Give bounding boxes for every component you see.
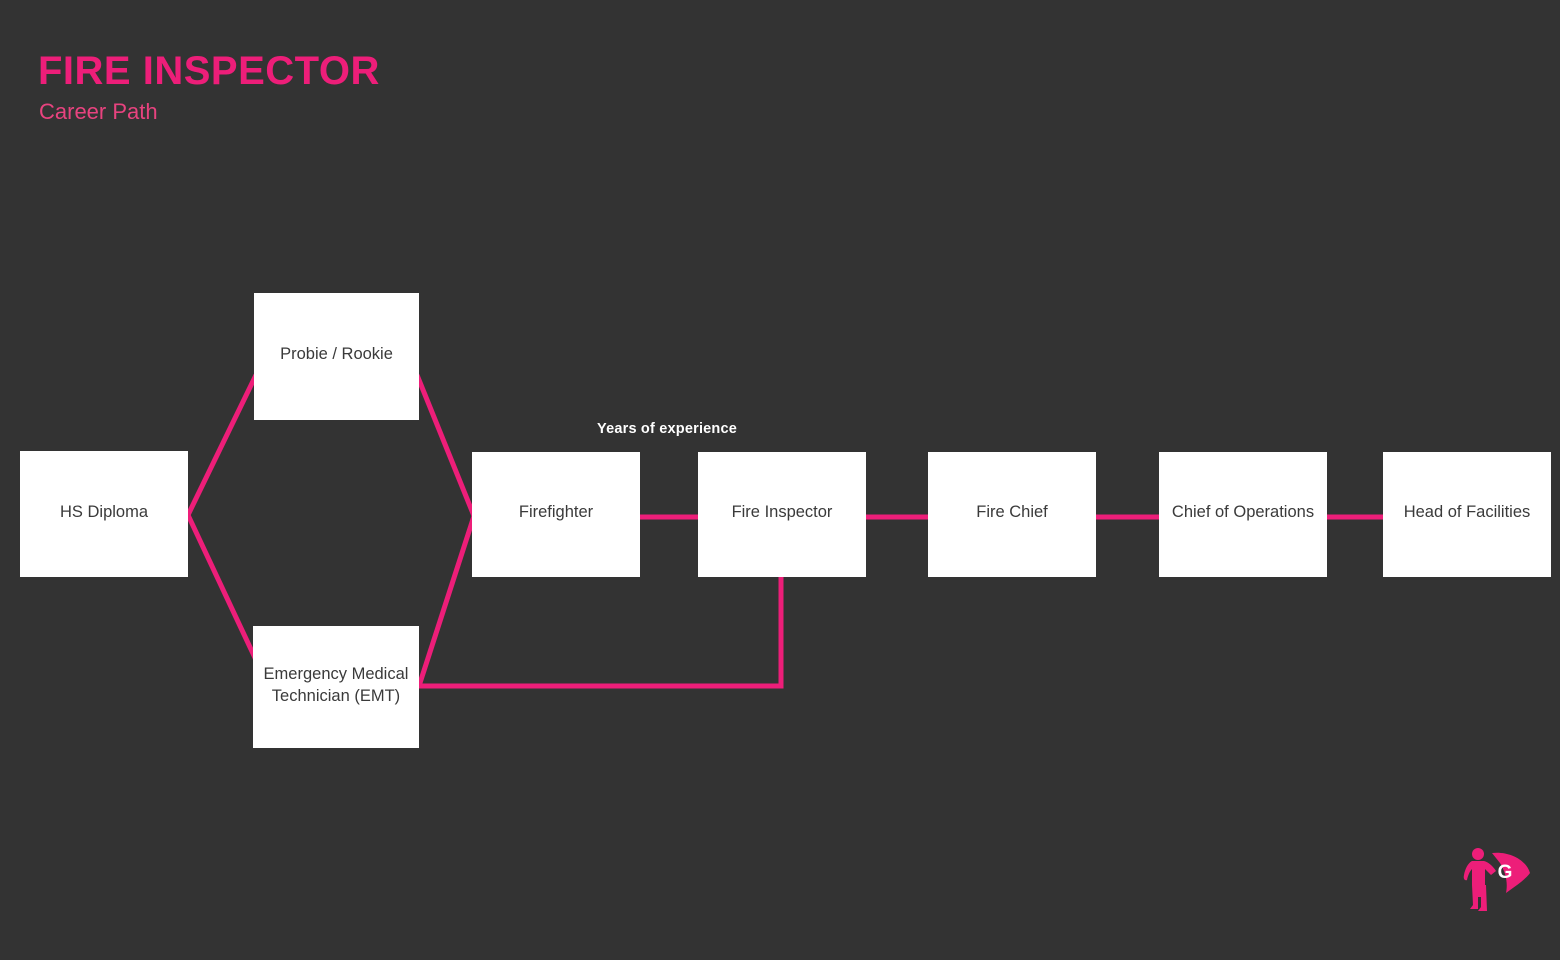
node-label: HS Diploma bbox=[59, 502, 149, 521]
logo-letter: G bbox=[1498, 862, 1513, 883]
edge-probie-to-firefighter bbox=[414, 374, 477, 517]
years-of-experience-label: Years of experience bbox=[597, 421, 738, 437]
header: FIRE INSPECTOR Career Path bbox=[38, 50, 380, 124]
page-subtitle: Career Path bbox=[39, 99, 158, 124]
node-probie-rookie[interactable]: Probie / Rookie bbox=[254, 293, 419, 420]
logo-head bbox=[1472, 848, 1484, 860]
career-path-diagram: FIRE INSPECTOR Career Path Years of expe… bbox=[0, 0, 1560, 960]
node-hs-diploma[interactable]: HS Diploma bbox=[20, 451, 188, 577]
node-fire-chief[interactable]: Fire Chief bbox=[928, 452, 1096, 577]
glassdoor-superhero-logo-icon: G bbox=[1463, 848, 1530, 911]
node-label: Emergency Medical Technician (EMT) bbox=[263, 664, 409, 705]
node-emt[interactable]: Emergency Medical Technician (EMT) bbox=[253, 626, 419, 748]
edge-hs-diploma-to-emt bbox=[185, 513, 259, 662]
node-fire-inspector[interactable]: Fire Inspector bbox=[698, 452, 866, 577]
logo-legs bbox=[1470, 885, 1487, 911]
page-title: FIRE INSPECTOR bbox=[38, 49, 380, 93]
edge-emt-to-fire-inspector bbox=[419, 576, 784, 689]
node-label: Fire Chief bbox=[976, 503, 1048, 522]
edge-emt-to-firefighter bbox=[416, 515, 477, 687]
node-label: Chief of Operations bbox=[1171, 503, 1315, 522]
node-head-of-facilities[interactable]: Head of Facilities bbox=[1383, 452, 1551, 577]
node-firefighter[interactable]: Firefighter bbox=[472, 452, 640, 577]
logo-torso bbox=[1463, 861, 1496, 885]
node-label: Firefighter bbox=[518, 503, 594, 522]
node-label: Head of Facilities bbox=[1403, 503, 1531, 522]
edge-hs-diploma-to-probie bbox=[185, 373, 259, 517]
node-chief-of-operations[interactable]: Chief of Operations bbox=[1159, 452, 1327, 577]
node-label: Probie / Rookie bbox=[280, 345, 393, 364]
node-label: Fire Inspector bbox=[731, 503, 833, 522]
